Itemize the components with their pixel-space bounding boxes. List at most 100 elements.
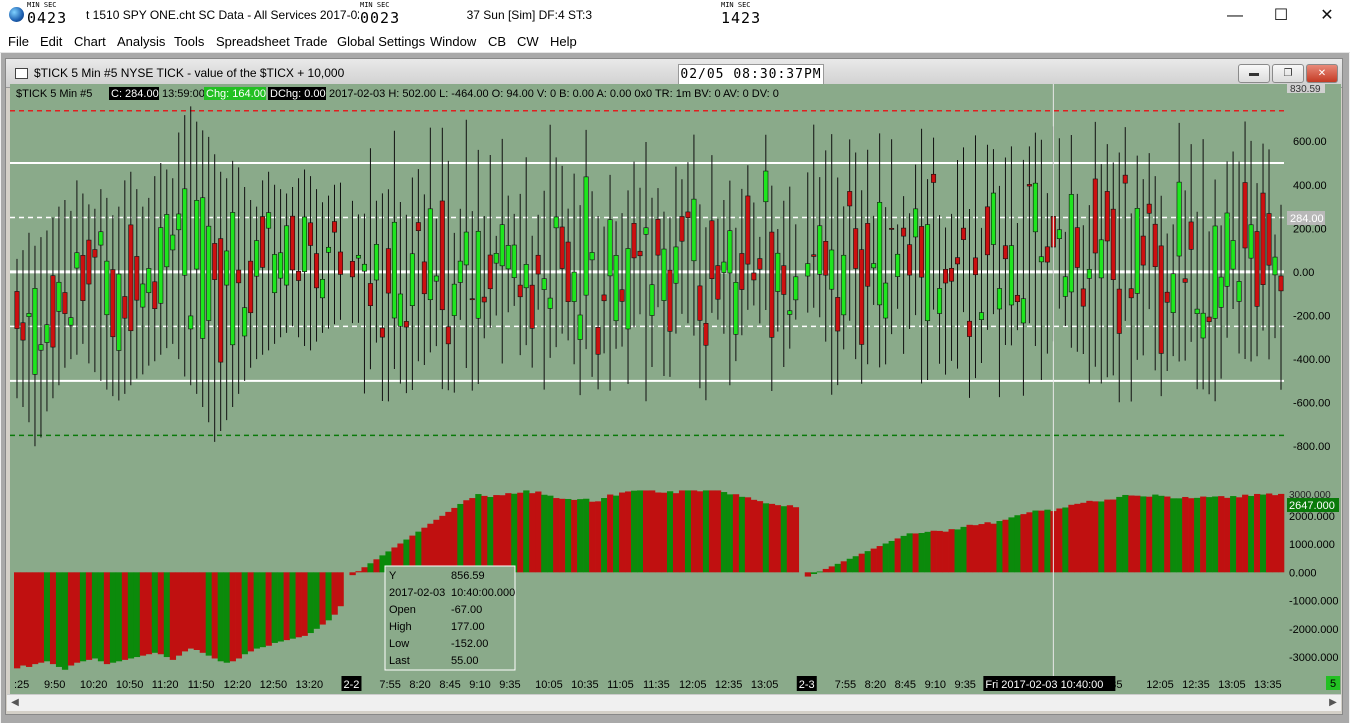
candle-body <box>793 276 799 301</box>
candle-body <box>1116 288 1122 334</box>
menu-trade[interactable]: Trade <box>294 34 327 49</box>
candle-body <box>68 317 74 326</box>
cumulative-bar <box>846 558 853 573</box>
cumulative-bar <box>1272 495 1279 573</box>
candle-body <box>883 282 889 319</box>
cumulative-bar <box>457 503 464 573</box>
candle-body <box>1098 239 1104 279</box>
cumulative-bar <box>559 498 566 573</box>
candle-body <box>92 249 98 258</box>
candle-body <box>14 291 20 329</box>
menu-analysis[interactable]: Analysis <box>117 34 165 49</box>
candle-body <box>296 270 302 281</box>
candle-body <box>1056 229 1062 239</box>
menu-bar: File Edit Chart Analysis Tools Spreadshe… <box>0 31 1350 53</box>
candle-body <box>1032 182 1038 233</box>
horizontal-scrollbar[interactable]: ◀ ▶ <box>7 694 1341 711</box>
tooltip-value: 10:40:00.000 <box>451 587 515 599</box>
time-tick-label: 12:05 <box>679 679 707 691</box>
menu-window[interactable]: Window <box>430 34 476 49</box>
candle-body <box>146 268 152 294</box>
menu-cb[interactable]: CB <box>488 34 506 49</box>
cumulative-bar <box>882 543 889 573</box>
cumulative-bar <box>1248 495 1255 573</box>
cumulative-bar <box>271 572 278 643</box>
tooltip-key: Last <box>389 655 410 667</box>
cumulative-bar <box>1056 508 1063 573</box>
chart-close-button[interactable]: ✕ <box>1306 64 1338 83</box>
maximize-button[interactable]: ☐ <box>1258 0 1304 31</box>
candle-body <box>236 269 242 284</box>
cumulative-bar <box>595 501 602 573</box>
candle-body <box>925 224 931 322</box>
time-tick-label: 13:05 <box>751 679 779 691</box>
time-tick-label: 11:35 <box>643 679 670 691</box>
candle-body <box>733 282 739 335</box>
candle-body <box>661 248 667 301</box>
candle-body <box>403 321 409 328</box>
candle-body <box>966 320 972 337</box>
cumulative-bar <box>475 494 482 573</box>
chart-minimize-button[interactable]: ▬ <box>1238 64 1270 83</box>
cumulative-bar <box>852 556 859 573</box>
cumulative-bar <box>1026 512 1033 573</box>
cumulative-bar <box>529 493 536 573</box>
scroll-left-icon[interactable]: ◀ <box>7 695 23 711</box>
menu-chart[interactable]: Chart <box>74 34 106 49</box>
candle-body <box>781 265 787 295</box>
candle-body <box>1020 298 1026 324</box>
cumulative-bar <box>523 490 530 573</box>
candle-body <box>224 250 230 286</box>
candle-body <box>1272 256 1278 276</box>
cumulative-bar <box>43 572 51 662</box>
menu-edit[interactable]: Edit <box>40 34 62 49</box>
candle-body <box>397 293 403 327</box>
close-button[interactable]: ✕ <box>1304 0 1350 31</box>
menu-help[interactable]: Help <box>550 34 577 49</box>
minimize-button[interactable]: — <box>1212 0 1258 31</box>
cumulative-bar <box>331 572 338 615</box>
cumulative-bar <box>762 503 770 573</box>
cumulative-bar <box>1008 517 1015 573</box>
cumulative-bar <box>367 563 374 573</box>
menu-tools[interactable]: Tools <box>174 34 204 49</box>
clock-2: MIN SEC 0023 <box>359 1 419 29</box>
candle-body <box>1128 288 1134 299</box>
cumulative-bar <box>1206 497 1213 573</box>
cumulative-bar <box>1230 496 1237 573</box>
scroll-right-icon[interactable]: ▶ <box>1325 695 1341 711</box>
menu-file[interactable]: File <box>8 34 29 49</box>
cumulative-bar <box>163 572 171 658</box>
candle-body <box>421 261 427 295</box>
chart-window-icon <box>15 68 28 79</box>
candle-body <box>871 263 877 269</box>
candle-body <box>493 253 499 264</box>
menu-global-settings[interactable]: Global Settings <box>337 34 425 49</box>
candle-body <box>1002 245 1008 260</box>
cumulative-bar <box>577 499 584 573</box>
menu-spreadsheet[interactable]: Spreadsheet <box>216 34 290 49</box>
info-change: Chg: 164.00 <box>206 88 266 100</box>
cumulative-bar <box>115 572 123 662</box>
chart-canvas[interactable]: 600.00 400.00 200.00 0.00 -200.00 -400.00 -600… <box>10 84 1341 696</box>
cumulative-bar <box>235 572 242 659</box>
cumulative-bar <box>690 490 698 573</box>
info-dchange: DChg: 0.00 <box>270 88 326 100</box>
menu-cw[interactable]: CW <box>517 34 539 49</box>
candle-body <box>248 260 254 314</box>
clock-1: MIN SEC 0423 <box>26 1 86 29</box>
cumulative-bar <box>864 551 871 573</box>
tooltip-key: Y <box>389 570 397 582</box>
cumulative-tick-label: -3000.000 <box>1289 652 1339 664</box>
time-tick-label: 8:20 <box>865 679 886 691</box>
time-tick-label: :25 <box>14 679 29 691</box>
chart-restore-button[interactable]: ❐ <box>1272 64 1304 83</box>
cumulative-bar <box>301 572 308 636</box>
price-tick-label: -600.00 <box>1293 398 1330 410</box>
candle-body <box>212 243 218 280</box>
candle-body <box>751 272 757 281</box>
candle-body <box>469 298 475 301</box>
cumulative-bar <box>1122 494 1129 573</box>
cumulative-bar <box>625 491 632 573</box>
candle-body <box>955 257 961 265</box>
